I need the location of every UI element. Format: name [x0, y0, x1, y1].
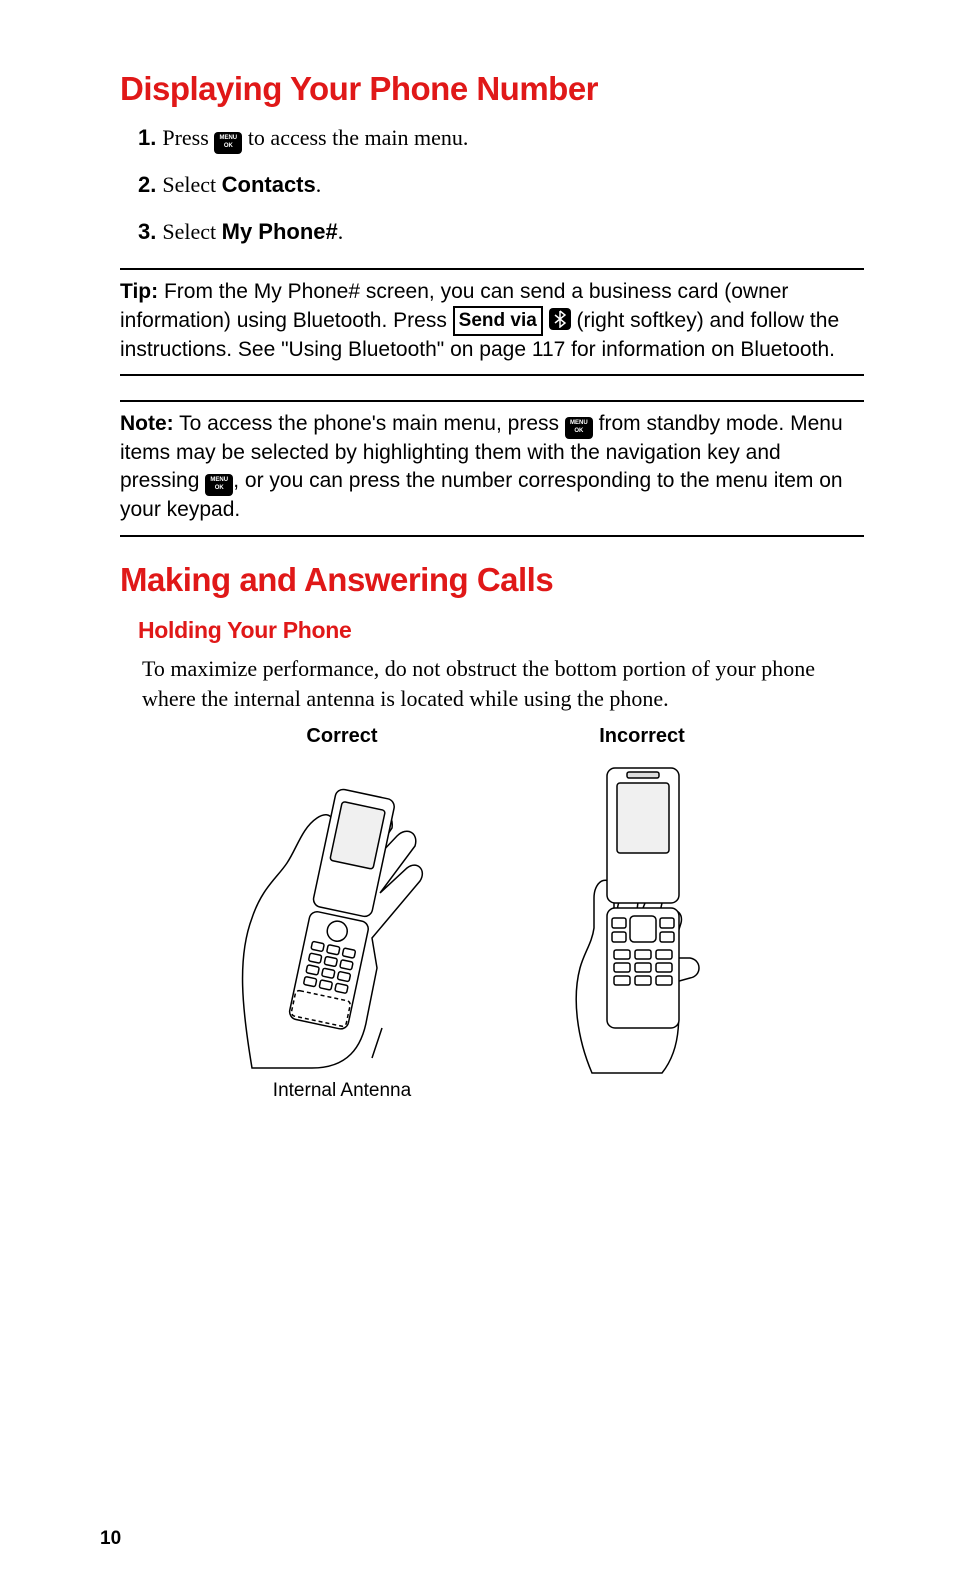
figure-incorrect: Incorrect	[522, 725, 762, 1102]
section-heading-displaying: Displaying Your Phone Number	[120, 70, 864, 108]
note-text-1: To access the phone's main menu, press	[174, 412, 565, 435]
figure-image-correct	[222, 758, 462, 1078]
step-text-post: to access the main menu.	[242, 125, 468, 150]
step-number: 3.	[138, 219, 156, 244]
figure-row: Correct	[120, 725, 864, 1102]
step-bold: My Phone#	[222, 219, 338, 244]
step-text-post: .	[338, 219, 344, 244]
step-3: 3.Select My Phone#.	[138, 217, 864, 248]
step-text-pre: Press	[162, 125, 214, 150]
step-number: 1.	[138, 125, 156, 150]
step-text-post: .	[316, 172, 322, 197]
bluetooth-icon	[549, 308, 571, 330]
page-number: 10	[100, 1528, 121, 1550]
subsection-heading-holding: Holding Your Phone	[138, 617, 864, 644]
send-via-button-label: Send via	[453, 306, 543, 336]
step-2: 2.Select Contacts.	[138, 170, 864, 201]
figure-caption: Correct	[222, 725, 462, 748]
menu-ok-key-icon	[214, 132, 242, 154]
figure-image-incorrect	[522, 758, 762, 1078]
note-label: Note:	[120, 412, 174, 435]
menu-ok-key-icon	[205, 474, 233, 496]
figure-correct: Correct	[222, 725, 462, 1102]
tip-label: Tip:	[120, 280, 158, 303]
section-heading-making-calls: Making and Answering Calls	[120, 561, 864, 599]
antenna-label: Internal Antenna	[222, 1080, 462, 1102]
page-content: Displaying Your Phone Number 1.Press to …	[0, 0, 954, 1142]
step-bold: Contacts	[222, 172, 316, 197]
step-1: 1.Press to access the main menu.	[138, 123, 864, 154]
body-paragraph: To maximize performance, do not obstruct…	[142, 654, 864, 716]
step-number: 2.	[138, 172, 156, 197]
steps-list: 1.Press to access the main menu. 2.Selec…	[138, 123, 864, 248]
note-box: Note: To access the phone's main menu, p…	[120, 400, 864, 537]
step-text-pre: Select	[162, 219, 221, 244]
step-text-pre: Select	[162, 172, 221, 197]
figure-caption: Incorrect	[522, 725, 762, 748]
tip-box: Tip: From the My Phone# screen, you can …	[120, 268, 864, 376]
menu-ok-key-icon	[565, 417, 593, 439]
